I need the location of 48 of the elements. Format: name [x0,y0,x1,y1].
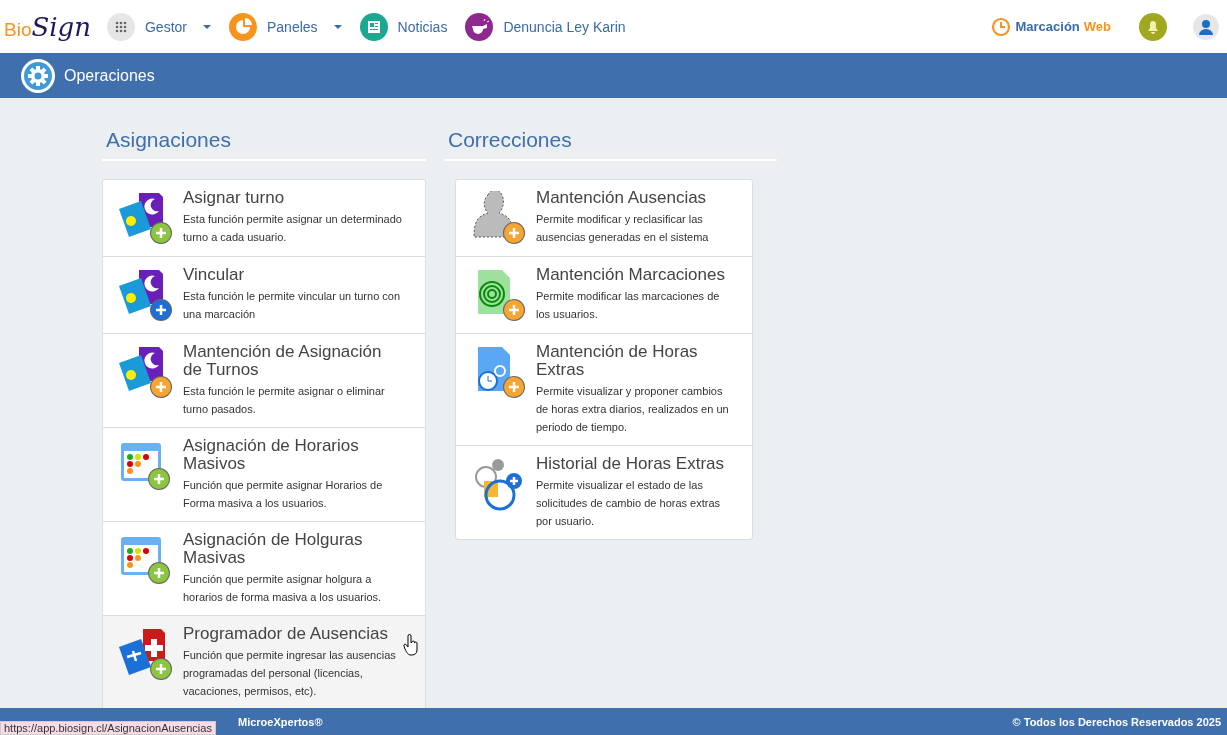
item-description: Función que permite ingresar las ausencias programadas del personal (licencias, vacaciones, permisos, etc). [183,648,397,699]
item-title: Asignación de Holguras Masivas [183,531,364,567]
section-heading: Asignaciones [102,128,426,161]
menu-item[interactable]: Asignación de Horarios Masivos Función que permite asignar Horarios de Forma masiva a los usuarios. [103,428,425,522]
item-description: Permite modificar las marcaciones de los usuarios. [536,289,721,322]
page-title: Operaciones [64,66,155,85]
menu-item[interactable]: Mantención Ausencias Permite modificar y reclasificar las ausencias generadas en el sistema [456,180,752,257]
item-title: Vincular [183,266,246,284]
pointer-cursor-icon [403,634,419,656]
nav-link[interactable]: Gestor [107,12,211,41]
item-title: Mantención Ausencias [536,189,708,207]
caret-icon [333,24,342,29]
menu-item[interactable]: Mantención de Horas Extras Permite visualizar y proponer cambios de horas extra diarios, realizados en un periodo de tiempo. [456,334,752,446]
nav-link[interactable]: Noticias [359,12,448,41]
bell-icon[interactable] [1139,12,1167,41]
item-description: Permite visualizar el estado de las solicitudes de cambio de horas extras por usuario. [536,478,722,529]
item-title: Mantención de Asignación de Turnos [183,343,383,379]
clock-icon [991,16,1012,37]
item-description: Esta función le permite vincular un turno con una marcación [183,289,402,322]
item-title: Asignar turno [183,189,286,207]
marcacion-web-link[interactable]: Marcación Web [991,16,1111,37]
item-title: Mantención Marcaciones [536,266,726,284]
menu-item[interactable]: Vincular Esta función le permite vincular un turno con una marcación [103,257,425,334]
item-description: Permite visualizar y proponer cambios de horas extra diarios, realizados en un periodo de tiempo. [536,384,730,435]
footer-credit: MicroeXpertos® [238,715,323,728]
item-title: Mantención de Horas Extras [536,343,699,379]
item-description: Esta función permite asignar un determinado turno a cada usuario. [183,212,403,245]
menu-item[interactable]: Programador de Ausencias Función que permite ingresar las ausencias programadas del personal (licencias, vacaciones, permisos, etc). [103,616,425,708]
settings-icon [20,57,56,94]
copyright: © Todos los Derechos Reservados 2025 [1012,715,1221,728]
nav-link[interactable]: Paneles [229,12,342,41]
item-title: Asignación de Horarios Masivos [183,437,360,473]
nav-link[interactable]: Denuncia Ley Karin [465,12,626,41]
caret-icon [203,24,211,29]
menu-item[interactable]: Asignar turno Esta función permite asignar un determinado turno a cada usuario. [103,180,425,257]
item-title: Historial de Horas Extras [536,455,725,473]
item-description: Función que permite asignar Horarios de Forma masiva a los usuarios. [183,478,384,511]
item-description: Función que permite asignar holgura a horarios de forma masiva a los usuarios. [183,572,383,605]
logo[interactable]: BioSign [4,11,91,42]
menu-item[interactable]: Mantención Marcaciones Permite modificar las marcaciones de los usuarios. [456,257,752,334]
section-heading: Correcciones [444,128,777,161]
item-title: Programador de Ausencias [183,625,390,643]
menu-item[interactable]: Mantención de Asignación de Turnos Esta función le permite asignar o eliminar turno pasados. [103,334,425,428]
menu-item[interactable]: Historial de Horas Extras Permite visualizar el estado de las solicitudes de cambio de horas extras por usuario. [456,446,752,539]
user-icon[interactable] [1193,13,1219,40]
item-description: Esta función le permite asignar o eliminar turno pasados. [183,384,386,417]
status-url-tooltip: https://app.biosign.cl/AsignacionAusencias [0,721,216,735]
item-description: Permite modificar y reclasificar las ausencias generadas en el sistema [536,212,710,245]
